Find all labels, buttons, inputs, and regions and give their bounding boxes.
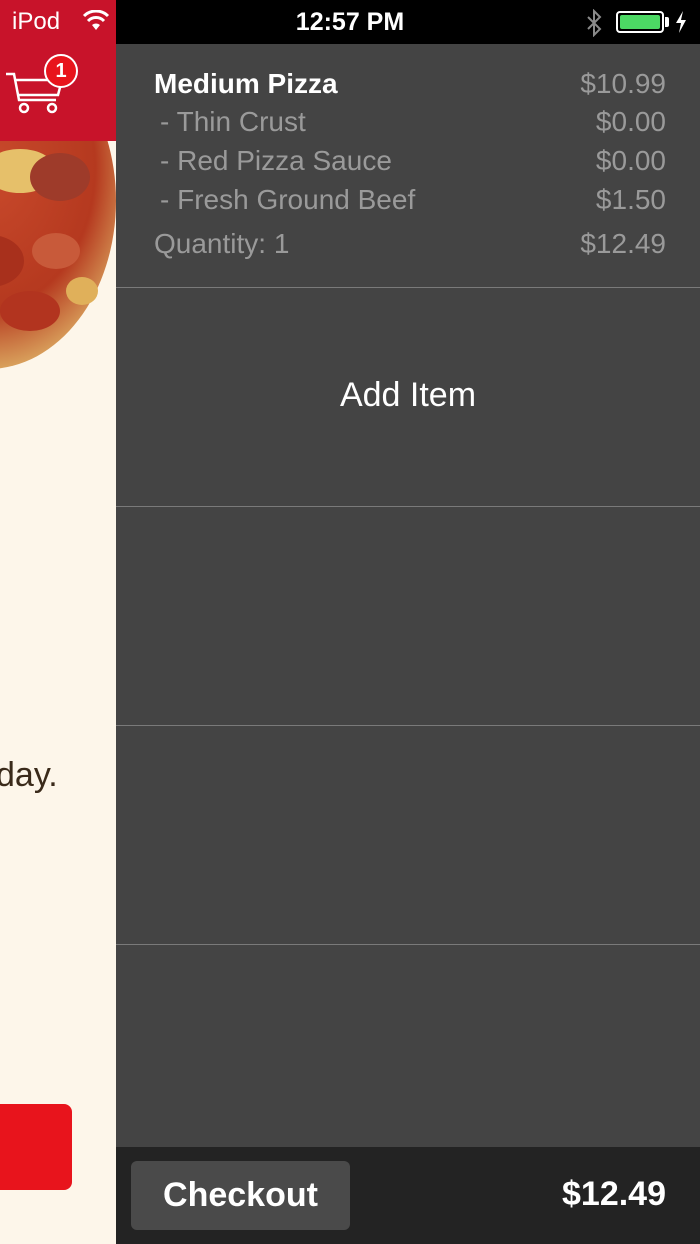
cart-header: 1 <box>0 44 116 141</box>
battery-level <box>620 15 660 29</box>
battery-nub <box>665 17 669 27</box>
option-label: - Thin Crust <box>160 106 306 137</box>
pizza-image <box>0 44 116 376</box>
option-label: - Red Pizza Sauce <box>160 145 392 176</box>
item-line-total: $12.49 <box>580 228 666 259</box>
checkout-button[interactable]: Checkout <box>131 1161 350 1230</box>
bluetooth-icon <box>584 8 604 42</box>
status-bar: iPod 12:57 PM <box>0 0 700 44</box>
option-price: $1.50 <box>595 184 666 215</box>
empty-cart-row <box>116 507 700 726</box>
charging-icon <box>674 10 688 39</box>
item-name: Medium Pizza <box>154 68 338 99</box>
quantity-label: Quantity: 1 <box>154 228 290 259</box>
option-price: $0.00 <box>595 145 666 176</box>
option-label: - Fresh Ground Beef <box>160 184 416 215</box>
cart-total: $12.49 <box>562 1175 666 1213</box>
add-item-row[interactable]: Add Item <box>116 288 700 507</box>
item-price: $10.99 <box>580 68 666 99</box>
promo-text: day. <box>0 756 58 794</box>
option-price: $0.00 <box>595 106 666 137</box>
cart-panel: Medium Pizza $10.99 - Thin Crust $0.00 -… <box>116 44 700 1147</box>
battery-icon <box>616 11 664 33</box>
checkout-bar: Checkout $12.49 <box>116 1147 700 1244</box>
underlying-menu-panel: 1 day. <box>0 44 116 1244</box>
cart-count-badge: 1 <box>44 54 78 88</box>
order-button[interactable] <box>0 1104 72 1190</box>
add-item-button[interactable]: Add Item <box>116 376 700 415</box>
cart-item[interactable]: Medium Pizza $10.99 - Thin Crust $0.00 -… <box>116 44 700 288</box>
empty-cart-row <box>116 726 700 945</box>
